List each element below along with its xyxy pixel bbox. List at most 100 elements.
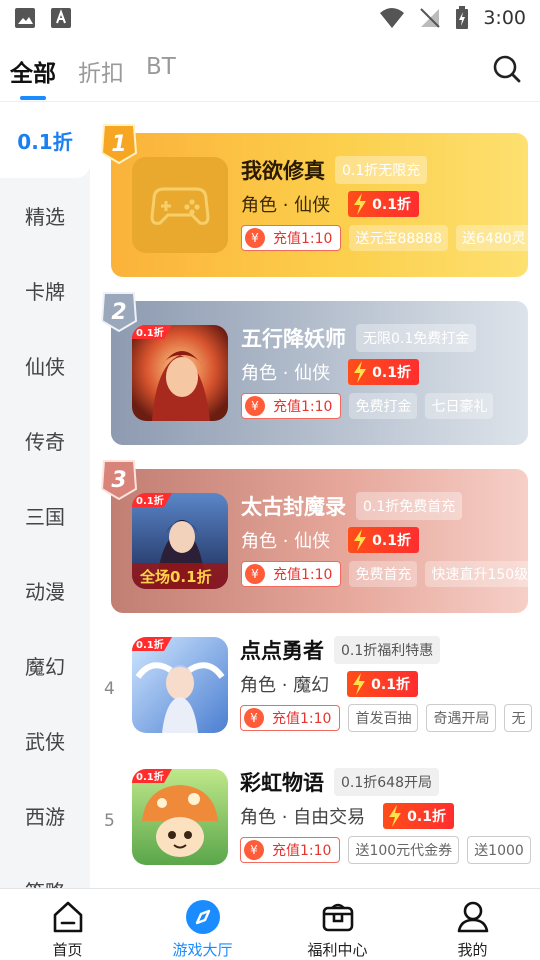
angel-heroine-icon: 0.1折 xyxy=(132,637,228,733)
discount-label: 0.1折 xyxy=(372,533,411,549)
sidebar-item-xianxia[interactable]: 仙侠 xyxy=(0,328,90,403)
game-genre: 角色 · 自由交易 xyxy=(240,807,366,828)
tab-discount[interactable]: 折扣 xyxy=(78,44,124,88)
gift-box-icon xyxy=(322,903,353,932)
image-notification-icon xyxy=(15,8,35,28)
rank-3-badge-icon: 3 xyxy=(100,460,138,501)
game-card-rank-2[interactable]: 0.1折 五行降妖师 无限0.1免费打金 角色 · 仙侠 0.1折 ¥ 充值1:1… xyxy=(111,301,528,445)
feature-tag: 首发百抽 xyxy=(348,704,419,732)
game-genre: 角色 · 魔幻 xyxy=(240,675,330,696)
rank-number: 4 xyxy=(104,679,115,699)
heroine-portrait-icon: 全场0.1折 0.1折 xyxy=(132,493,228,589)
no-signal-icon xyxy=(420,8,441,28)
tab-bt[interactable]: BT xyxy=(146,44,176,80)
feature-tag: 无 xyxy=(504,704,533,732)
feature-tag: 奇遇开局 xyxy=(426,704,497,732)
yen-icon: ¥ xyxy=(245,228,265,248)
icon-badge-text: 0.1折 xyxy=(136,326,164,339)
promo-tag: 无限0.1免费打金 xyxy=(356,324,477,352)
feature-tag: 免费打金 xyxy=(349,393,418,419)
sidebar-item-anime[interactable]: 动漫 xyxy=(0,553,90,628)
game-title: 彩虹物语 xyxy=(240,771,324,795)
category-tabs: 全部 折扣 BT xyxy=(0,44,540,102)
home-icon xyxy=(53,901,82,933)
nav-welfare[interactable]: 福利中心 xyxy=(270,889,405,960)
game-icon: 0.1折 xyxy=(132,325,228,421)
icon-badge-text: 0.1折 xyxy=(136,770,164,783)
recharge-label: 充值1:10 xyxy=(273,231,333,247)
sidebar-item-three-kingdoms[interactable]: 三国 xyxy=(0,478,90,553)
game-title: 五行降妖师 xyxy=(241,327,346,351)
tab-all-label: 全部 xyxy=(10,61,56,87)
discount-badge: 0.1折 xyxy=(348,527,419,553)
promo-tag: 0.1折福利特惠 xyxy=(334,636,441,664)
nav-profile[interactable]: 我的 xyxy=(405,889,540,960)
sidebar-item-legend[interactable]: 传奇 xyxy=(0,403,90,478)
bottom-nav: 首页 游戏大厅 福利中心 我的 xyxy=(0,888,540,960)
gamepad-icon xyxy=(132,157,228,253)
status-bar: 3:00 xyxy=(0,0,540,36)
yen-icon: ¥ xyxy=(245,564,265,584)
svg-text:3: 3 xyxy=(111,468,126,493)
search-icon[interactable] xyxy=(492,54,522,84)
discount-badge: 0.1折 xyxy=(383,803,454,829)
sidebar-item-journey-west[interactable]: 西游 xyxy=(0,778,90,853)
game-title: 太古封魔录 xyxy=(241,495,346,519)
sidebar-item-featured[interactable]: 精选 xyxy=(0,178,90,253)
promo-tag: 0.1折648开局 xyxy=(334,768,439,796)
icon-badge-text: 0.1折 xyxy=(136,638,164,651)
status-time: 3:00 xyxy=(483,7,526,29)
nav-home[interactable]: 首页 xyxy=(0,889,135,960)
discount-label: 0.1折 xyxy=(372,365,411,381)
lightning-icon xyxy=(354,193,367,215)
promo-tag: 0.1折免费首充 xyxy=(356,492,463,520)
game-row-rank-5[interactable]: 5 0.1折 彩虹物语 0.1折648开局 角色 · 自由交易 0.1折 ¥ 充… xyxy=(90,763,540,888)
game-info: 五行降妖师 无限0.1免费打金 角色 · 仙侠 0.1折 ¥ 充值1:10 免费打… xyxy=(241,321,501,423)
nav-home-label: 首页 xyxy=(52,941,83,959)
tab-discount-label: 折扣 xyxy=(78,61,124,87)
nav-welfare-label: 福利中心 xyxy=(307,941,368,959)
game-row-rank-4[interactable]: 4 0.1折 点点勇者 0.1折福利特惠 角色 · 魔幻 0.1折 ¥ 充值1:… xyxy=(90,631,540,771)
game-genre: 角色 · 仙侠 xyxy=(241,531,331,552)
yen-icon: ¥ xyxy=(245,396,265,416)
sidebar-item-0.1-discount[interactable]: 0.1折 xyxy=(0,103,90,178)
game-info: 彩虹物语 0.1折648开局 角色 · 自由交易 0.1折 ¥ 充值1:10 送1… xyxy=(240,765,539,867)
rank-number: 5 xyxy=(104,811,115,831)
battery-charging-icon xyxy=(456,6,469,29)
font-notification-icon xyxy=(51,8,71,28)
recharge-tag: ¥ 充值1:10 xyxy=(241,561,342,587)
tab-all[interactable]: 全部 xyxy=(10,44,56,100)
yen-icon: ¥ xyxy=(244,708,264,728)
yen-icon: ¥ xyxy=(244,840,264,860)
lightning-icon xyxy=(354,529,367,551)
wifi-icon xyxy=(380,8,405,28)
nav-game-hall[interactable]: 游戏大厅 xyxy=(135,889,270,960)
game-title: 点点勇者 xyxy=(240,639,324,663)
sidebar-item-fantasy[interactable]: 魔幻 xyxy=(0,628,90,703)
nav-game-hall-label: 游戏大厅 xyxy=(172,941,233,959)
game-card-rank-3[interactable]: 全场0.1折 0.1折 太古封魔录 0.1折免费首充 角色 · 仙侠 0.1折 … xyxy=(111,469,528,613)
recharge-label: 充值1:10 xyxy=(272,843,332,859)
lightning-icon xyxy=(389,805,402,827)
discount-badge: 0.1折 xyxy=(348,359,419,385)
recharge-tag: ¥ 充值1:10 xyxy=(240,837,341,863)
rank-2-badge-icon: 2 xyxy=(100,292,138,333)
recharge-tag: ¥ 充值1:10 xyxy=(240,705,341,731)
game-ranking-list: 我欲修真 0.1折无限充 角色 · 仙侠 0.1折 ¥ 充值1:10 送元宝888… xyxy=(90,103,540,888)
game-icon: 0.1折 xyxy=(132,637,228,733)
lightning-icon xyxy=(354,361,367,383)
sidebar-item-wuxia[interactable]: 武侠 xyxy=(0,703,90,778)
lightning-icon xyxy=(353,673,366,695)
compass-icon xyxy=(185,900,220,934)
feature-tag: 送元宝88888 xyxy=(349,225,448,251)
rank-1-badge-icon: 1 xyxy=(100,124,138,165)
sidebar-item-strategy[interactable]: 策略 xyxy=(0,853,90,888)
feature-tag: 快速直升150级 xyxy=(425,561,528,587)
nav-profile-label: 我的 xyxy=(457,941,488,959)
sidebar-item-card[interactable]: 卡牌 xyxy=(0,253,90,328)
icon-badge-text: 0.1折 xyxy=(136,494,164,507)
game-genre: 角色 · 仙侠 xyxy=(241,363,331,384)
discount-badge: 0.1折 xyxy=(347,671,418,697)
svg-text:1: 1 xyxy=(111,132,126,157)
game-card-rank-1[interactable]: 我欲修真 0.1折无限充 角色 · 仙侠 0.1折 ¥ 充值1:10 送元宝888… xyxy=(111,133,528,277)
